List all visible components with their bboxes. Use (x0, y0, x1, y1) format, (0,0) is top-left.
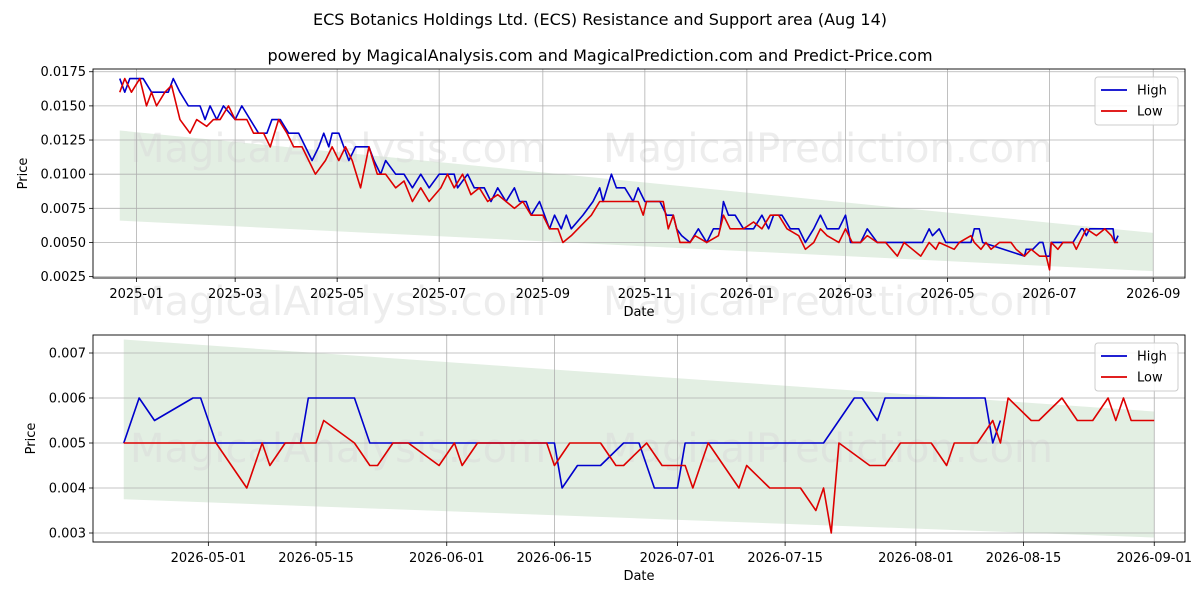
y-tick-label: 0.004 (49, 482, 86, 497)
legend: High Low (1094, 342, 1179, 392)
y-tick-label: 0.0050 (41, 236, 87, 251)
x-tick-label: 2025-11 (618, 287, 672, 302)
x-tick-label: 2026-08-15 (986, 551, 1062, 566)
x-tick-label: 2026-09-01 (1116, 551, 1192, 566)
legend-label-high: High (1137, 350, 1167, 365)
x-axis-label: Date (623, 569, 654, 584)
y-tick-label: 0.007 (49, 347, 86, 362)
y-axis-label: Price (16, 158, 31, 190)
legend-label-low: Low (1137, 371, 1163, 386)
x-tick-label: 2026-07 (1022, 287, 1076, 302)
x-tick-label: 2026-05-01 (171, 551, 247, 566)
chart-canvas: MagicalAnalysis.com MagicalPrediction.com… (16, 65, 1192, 584)
y-tick-label: 0.0075 (41, 202, 87, 217)
y-tick-label: 0.0150 (41, 99, 87, 114)
chart-panel-2: MagicalAnalysis.com MagicalPrediction.com… (24, 334, 1192, 584)
x-tick-label: 2026-05 (920, 287, 974, 302)
y-tick-label: 0.0125 (41, 134, 87, 149)
x-tick-label: 2026-09 (1126, 287, 1180, 302)
x-tick-label: 2025-09 (516, 287, 570, 302)
y-tick-label: 0.0100 (41, 168, 87, 183)
chart-panel-1: MagicalAnalysis.com MagicalPrediction.com… (16, 65, 1186, 325)
y-axis-label: Price (24, 423, 39, 455)
watermark-text: MagicalAnalysis.com (130, 426, 546, 472)
x-tick-label: 2026-06-15 (517, 551, 593, 566)
watermark-text: MagicalAnalysis.com (130, 279, 546, 325)
x-tick-label: 2026-08-01 (878, 551, 954, 566)
legend: High Low (1094, 76, 1179, 126)
x-tick-label: 2026-07-15 (747, 551, 823, 566)
x-tick-label: 2026-01 (720, 287, 774, 302)
x-tick-label: 2026-07-01 (640, 551, 716, 566)
x-tick-label: 2025-05 (310, 287, 364, 302)
x-tick-label: 2025-01 (109, 287, 163, 302)
legend-label-high: High (1137, 84, 1167, 99)
y-tick-label: 0.003 (49, 527, 86, 542)
x-axis-label: Date (623, 305, 654, 320)
watermark-text: MagicalPrediction.com (603, 126, 1053, 172)
watermark-text: MagicalPrediction.com (603, 279, 1053, 325)
x-tick-label: 2026-03 (818, 287, 872, 302)
x-tick-label: 2026-06-01 (409, 551, 485, 566)
x-tick-label: 2025-07 (412, 287, 466, 302)
y-tick-label: 0.005 (49, 437, 86, 452)
legend-label-low: Low (1137, 105, 1163, 120)
x-tick-label: 2025-03 (208, 287, 262, 302)
y-tick-label: 0.0025 (41, 270, 87, 285)
y-tick-label: 0.006 (49, 392, 86, 407)
x-tick-label: 2026-05-15 (278, 551, 354, 566)
y-tick-label: 0.0175 (41, 65, 87, 80)
